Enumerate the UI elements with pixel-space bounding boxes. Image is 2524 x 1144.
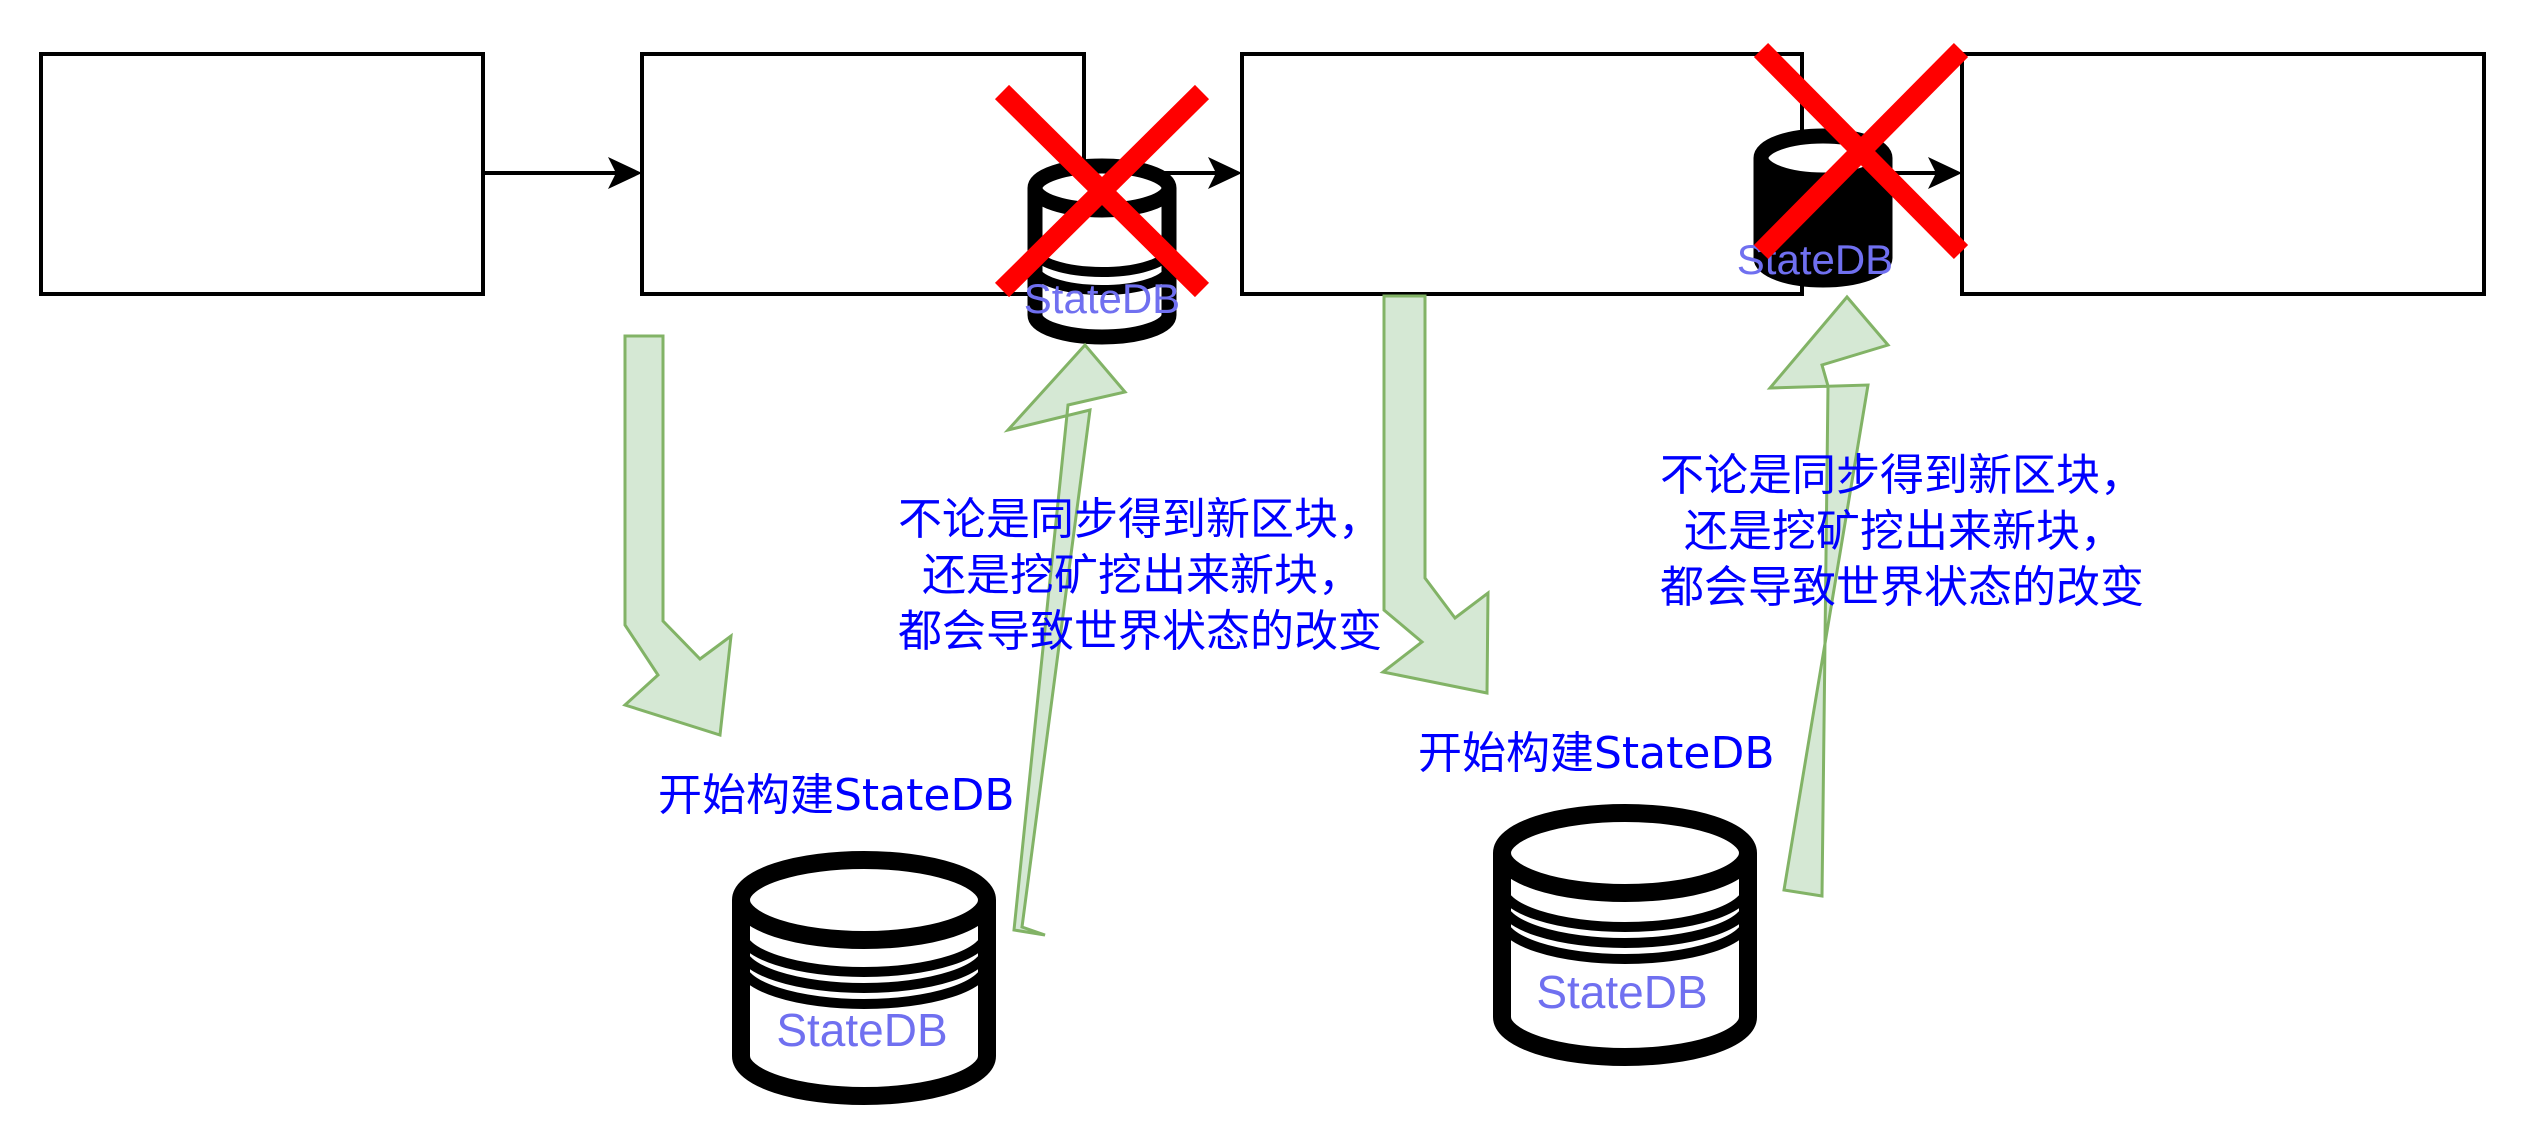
statedb-label-small-1: StateDB — [1024, 275, 1180, 322]
block-3 — [1240, 52, 1804, 296]
note-line-2: 还是挖矿挖出来新块， — [1684, 506, 2124, 557]
note-text-1: 不论是同步得到新区块， 还是挖矿挖出来新块， 都会导致世界状态的改变 — [898, 494, 1382, 657]
block-4 — [1960, 52, 2486, 296]
database-icon — [1493, 804, 1757, 1066]
note-line-3: 都会导致世界状态的改变 — [898, 606, 1382, 657]
blockchain-statedb-diagram: StateDB StateDB StateDB StateDB 开始构建Stat… — [39, 42, 2486, 1105]
note-line-2: 还是挖矿挖出来新块， — [922, 550, 1362, 601]
note-line-3: 都会导致世界状态的改变 — [1660, 562, 2144, 613]
note-line-1: 不论是同步得到新区块， — [1660, 450, 2144, 501]
block-1 — [39, 52, 485, 296]
start-build-label-1: 开始构建StateDB — [658, 770, 1015, 821]
arrow-icon — [1379, 294, 1490, 695]
database-icon — [732, 851, 996, 1105]
block-2 — [640, 52, 1086, 296]
start-build-label-2: 开始构建StateDB — [1418, 728, 1775, 779]
note-text-2: 不论是同步得到新区块， 还是挖矿挖出来新块， 都会导致世界状态的改变 — [1660, 450, 2144, 613]
arrow-icon — [622, 334, 733, 737]
statedb-label-large-2: StateDB — [1536, 966, 1707, 1018]
statedb-label-large-1: StateDB — [776, 1004, 947, 1056]
note-line-1: 不论是同步得到新区块， — [898, 494, 1382, 545]
connector-1-2 — [483, 157, 642, 189]
